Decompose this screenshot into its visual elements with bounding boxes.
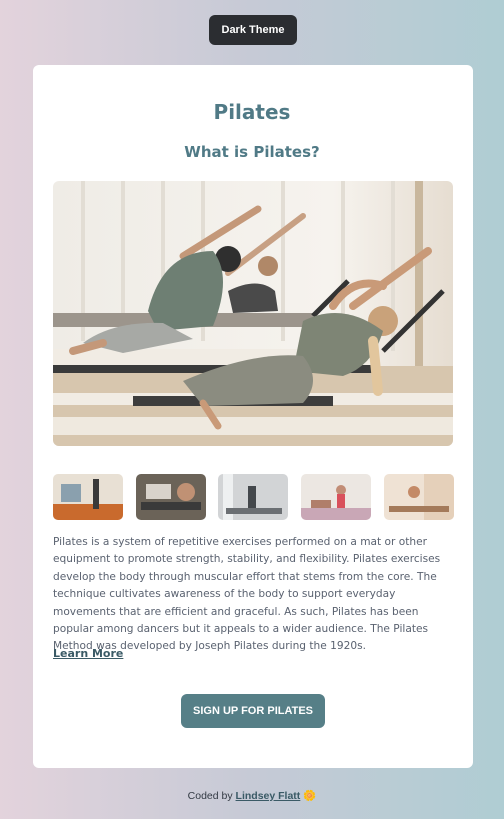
pilates-description: Pilates is a system of repetitive exerci… xyxy=(53,536,441,653)
flower-icon: 🌼 xyxy=(303,790,317,802)
gallery-thumbnail[interactable] xyxy=(218,474,288,520)
footer: Coded by Lindsey Flatt 🌼 xyxy=(0,789,504,802)
gallery-thumbnail[interactable] xyxy=(53,474,123,520)
signup-button[interactable]: SIGN UP FOR PILATES xyxy=(181,694,325,728)
page-title: Pilates xyxy=(213,100,291,124)
gallery-thumbnail[interactable] xyxy=(136,474,206,520)
learn-more-link[interactable]: Learn More xyxy=(53,647,123,660)
gallery-thumbnail[interactable] xyxy=(301,474,371,520)
gallery-thumbnail[interactable] xyxy=(384,474,454,520)
footer-prefix: Coded by xyxy=(187,790,233,802)
hero-image xyxy=(53,181,453,446)
dark-theme-toggle-button[interactable]: Dark Theme xyxy=(209,15,297,45)
author-link[interactable]: Lindsey Flatt xyxy=(236,790,301,802)
section-subtitle: What is Pilates? xyxy=(184,143,320,161)
